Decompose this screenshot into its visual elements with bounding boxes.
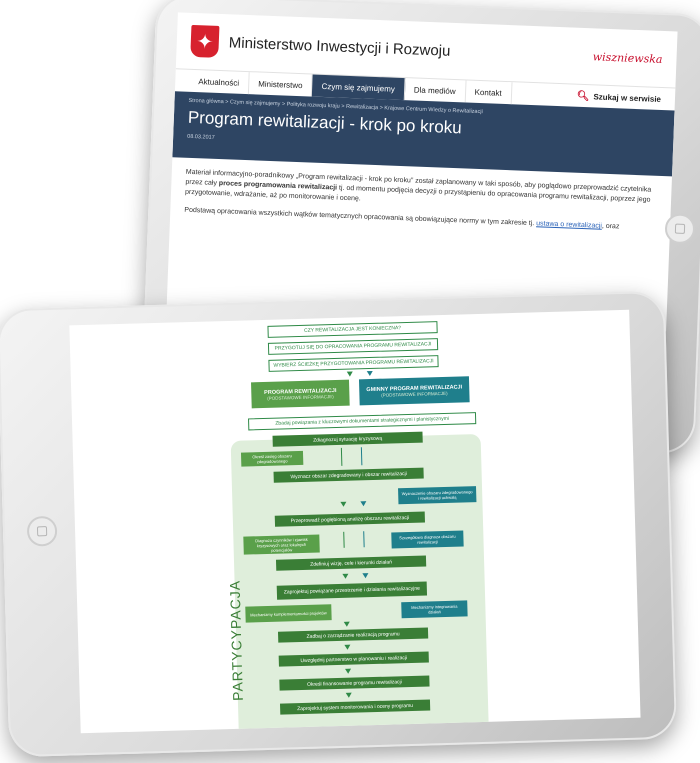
flow-left-program: PROGRAM REWITALIZACJI (PODSTAWOWE INFORM… xyxy=(251,379,350,409)
nav-item-ministerstwo[interactable]: Ministerstwo xyxy=(248,72,314,97)
flow-arrow xyxy=(345,692,352,698)
flow-q1: CZY REWITALIZACJA JEST KONIECZNA? xyxy=(267,321,438,338)
nav-item-dla-mediow[interactable]: Dla mediów xyxy=(404,78,467,103)
law-link[interactable]: ustawa o rewitalizacji xyxy=(536,220,602,230)
flow-arrow xyxy=(345,668,352,674)
emblem-icon: ✦ xyxy=(190,24,220,58)
flow-arrow xyxy=(366,370,373,377)
search-button[interactable]: 🔍︎ Szukaj w serwisie xyxy=(576,85,675,111)
home-button[interactable] xyxy=(26,515,58,547)
flow-step-5-side-left: Mechanizmy komplementarności projektów xyxy=(245,604,332,623)
flow-right-program: GMINNY PROGRAM REWITALIZACJI (PODSTAWOWE… xyxy=(358,376,470,406)
website-screen: ✦ Ministerstwo Inwestycji i Rozwoju wisz… xyxy=(166,12,678,332)
ministry-name[interactable]: Ministerstwo Inwestycji i Rozwoju xyxy=(229,34,451,59)
side-label: PARTYCYPACJA xyxy=(226,579,246,702)
flowchart-screen: CZY REWITALIZACJA JEST KONIECZNA? PRZYGO… xyxy=(69,309,641,734)
flow-step-3-side-right: Szczegółowa diagnoza obszaru rewitalizac… xyxy=(391,530,464,549)
flow-step-2-side: Wyznaczenie obszaru zdegradowanego i rew… xyxy=(398,486,477,505)
flow-step-5-side-right: Mechanizmy integrowania działań xyxy=(401,600,468,619)
para2-text-b: , oraz xyxy=(601,222,620,231)
signature-logo: wiszniewska xyxy=(592,49,663,66)
para2-text-a: Podstawą opracowania wszystkich wątków t… xyxy=(184,206,537,228)
flow-arrow xyxy=(340,501,347,507)
flow-arrow xyxy=(343,621,350,627)
flow-links: Zbadaj powiązania z kluczowymi dokumenta… xyxy=(248,412,477,431)
left-program-sub: (PODSTAWOWE INFORMACJE) xyxy=(267,393,334,401)
nav-item-aktualnosci[interactable]: Aktualności xyxy=(188,69,250,95)
nav-item-kontakt[interactable]: Kontakt xyxy=(465,80,513,105)
flow-step-3-side-left: Diagnoza czynników i zjawisk kryzysowych… xyxy=(243,534,320,555)
flow-arrow xyxy=(344,644,351,650)
flow-arrow xyxy=(342,573,349,579)
flow-arrow xyxy=(360,501,367,507)
flow-arrow xyxy=(362,573,369,579)
flow-q3: WYBIERZ ŚCIEŻKĘ PRZYGOTOWANIA PROGRAMU R… xyxy=(268,355,439,372)
nav-item-czym-sie-zajmujemy[interactable]: Czym się zajmujemy xyxy=(312,74,406,101)
right-program-sub: (PODSTAWOWE INFORMACJE) xyxy=(381,390,448,398)
flow-arrow xyxy=(346,371,353,377)
flow-step-1-side: Określ zasięg obszaru zdegradowanego xyxy=(240,450,304,467)
search-label: Szukaj w serwisie xyxy=(593,91,662,104)
front-tablet: CZY REWITALIZACJA JEST KONIECZNA? PRZYGO… xyxy=(0,290,678,758)
search-icon: 🔍︎ xyxy=(576,90,590,102)
home-button[interactable] xyxy=(664,213,696,245)
flow-q2: PRZYGOTUJ SIĘ DO OPRACOWANIA PROGRAMU RE… xyxy=(267,338,439,355)
